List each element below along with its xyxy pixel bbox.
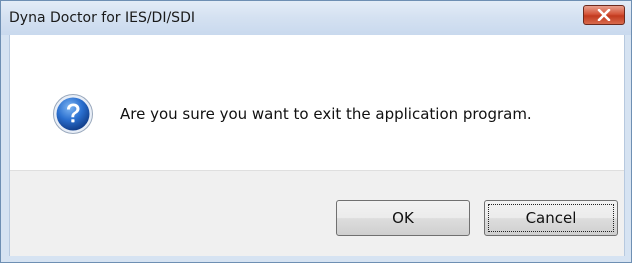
window-title: Dyna Doctor for IES/DI/SDI [9,10,195,26]
close-icon [597,9,611,21]
ok-button[interactable]: OK [336,200,470,236]
message-area: Are you sure you want to exit the applic… [10,35,624,170]
cancel-button[interactable]: Cancel [484,200,618,236]
button-bar: OK Cancel [10,170,624,256]
close-button[interactable] [583,5,625,25]
message-text: Are you sure you want to exit the applic… [120,105,532,123]
dialog-content: Are you sure you want to exit the applic… [9,35,625,256]
title-bar[interactable]: Dyna Doctor for IES/DI/SDI [1,1,631,35]
message-dialog: Dyna Doctor for IES/DI/SDI Are you sure … [0,0,632,263]
question-icon [53,94,93,134]
